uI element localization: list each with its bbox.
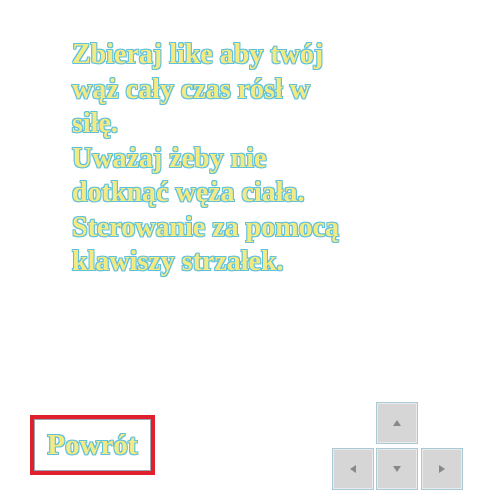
instruction-line: Uważaj żeby nie [72,142,267,174]
instruction-line: siłę. [72,108,118,139]
back-button[interactable]: Powrót [30,415,155,475]
arrow-right-icon [439,465,445,473]
arrow-up-key[interactable] [376,402,418,444]
arrow-down-key[interactable] [376,448,418,490]
instruction-line: Sterowanie za pomocą [72,211,339,243]
instruction-line: klawiszy strzałek. [72,246,284,277]
instructions-text: Zbieraj like aby twój wąż cały czas rósł… [72,38,492,280]
arrow-down-icon [393,466,401,472]
back-button-label: Powrót [47,428,138,461]
instruction-line: Zbieraj like aby twój [72,39,324,70]
instruction-line: dotknąć węża ciała. [72,177,305,208]
arrow-right-key[interactable] [421,448,463,490]
arrow-up-icon [393,420,401,426]
instruction-line: wąż cały czas rósł w [72,73,310,105]
arrow-left-icon [350,465,356,473]
arrow-left-key[interactable] [332,448,374,490]
